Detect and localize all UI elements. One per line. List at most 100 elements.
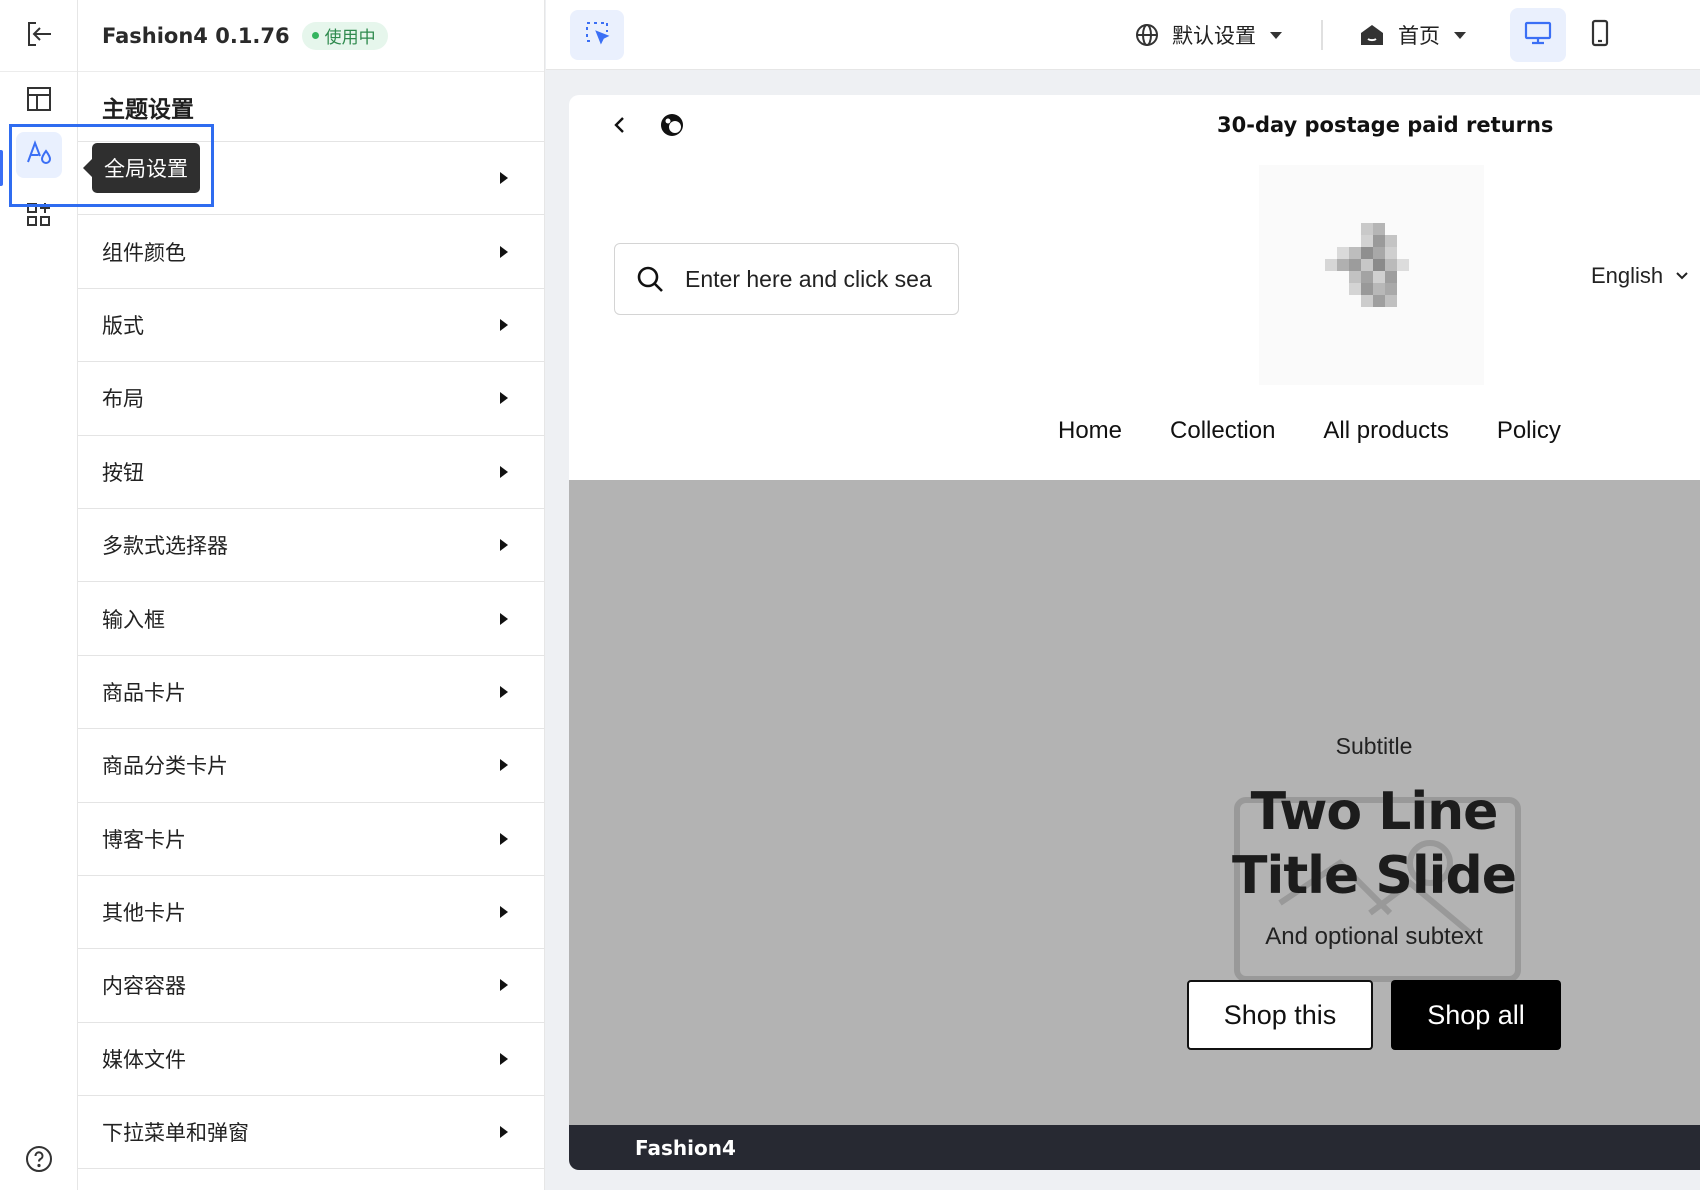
settings-menu-item[interactable]: 布局: [78, 362, 544, 436]
chevron-down-icon: [1270, 31, 1282, 39]
settings-menu-item[interactable]: 内容容器: [78, 949, 544, 1023]
caret-right-icon: [500, 1052, 508, 1065]
nav-item-policy[interactable]: Policy: [1497, 417, 1561, 445]
caret-right-icon: [500, 759, 508, 772]
settings-menu-item[interactable]: 版式: [78, 289, 544, 363]
settings-menu-item[interactable]: 输入框: [78, 582, 544, 656]
caret-right-icon: [500, 539, 508, 552]
caret-right-icon: [500, 465, 508, 478]
chevron-left-icon[interactable]: [611, 113, 629, 141]
settings-menu-item[interactable]: 商品分类卡片: [78, 729, 544, 803]
hero-title: Two Line Title Slide: [1169, 780, 1579, 908]
settings-menu: Logo组件颜色版式布局按钮多款式选择器输入框商品卡片商品分类卡片博客卡片其他卡…: [78, 142, 544, 1170]
store-logo[interactable]: [1259, 165, 1484, 385]
settings-menu-item-label: 布局: [102, 387, 144, 412]
status-badge-label: 使用中: [324, 28, 376, 48]
caret-right-icon: [500, 172, 508, 185]
help-button[interactable]: [16, 1138, 62, 1184]
caret-right-icon: [500, 1126, 508, 1139]
settings-menu-item-label: 版式: [102, 313, 144, 338]
announcement-text: 30-day postage paid returns: [1217, 113, 1554, 137]
tooltip-global-settings: 全局设置: [83, 143, 200, 193]
settings-menu-item[interactable]: 其他卡片: [78, 876, 544, 950]
pixelated-logo-icon: [1325, 223, 1409, 307]
caret-right-icon: [500, 832, 508, 845]
globe-icon: [1134, 22, 1160, 48]
caret-right-icon: [500, 318, 508, 331]
chevron-down-icon: [1454, 31, 1466, 39]
language-dropdown[interactable]: 默认设置: [1134, 0, 1282, 70]
brand-mark-icon: [659, 112, 685, 142]
settings-menu-item[interactable]: 多款式选择器: [78, 509, 544, 583]
active-indicator: [0, 150, 3, 186]
search-icon: [635, 264, 665, 294]
settings-menu-item[interactable]: 组件颜色: [78, 215, 544, 289]
settings-menu-item-label: 商品卡片: [102, 680, 186, 705]
settings-menu-item-label: 组件颜色: [102, 240, 186, 265]
icon-rail: [0, 0, 78, 1190]
panel-header: Fashion4 0.1.76 使用中: [78, 0, 544, 72]
nav-item-collection[interactable]: Collection: [1170, 417, 1275, 445]
help-icon: [24, 1144, 54, 1178]
settings-menu-item[interactable]: 商品卡片: [78, 656, 544, 730]
select-tool-button[interactable]: [570, 10, 624, 60]
home-icon: [1358, 21, 1386, 49]
chevron-down-icon: [1675, 271, 1689, 281]
language-label: English: [1591, 263, 1664, 288]
page-dropdown[interactable]: 首页: [1358, 0, 1466, 70]
settings-menu-item-label: 博客卡片: [102, 827, 186, 852]
settings-menu-item-label: 按钮: [102, 460, 144, 485]
hero-slide[interactable]: Subtitle Two Line Title Slide And option…: [569, 480, 1700, 1125]
settings-menu-item[interactable]: 下拉菜单和弹窗: [78, 1096, 544, 1170]
settings-menu-item-label: 输入框: [102, 607, 165, 632]
caret-right-icon: [500, 392, 508, 405]
preview-footer: Fashion4: [569, 1125, 1700, 1170]
exit-icon[interactable]: [24, 19, 54, 53]
language-dropdown-label: 默认设置: [1172, 24, 1256, 48]
announcement-bar: 30-day postage paid returns: [569, 95, 1700, 155]
shop-this-button[interactable]: Shop this: [1187, 980, 1373, 1050]
caret-right-icon: [500, 612, 508, 625]
settings-menu-item-label: 媒体文件: [102, 1047, 186, 1072]
select-tool-icon: [583, 19, 611, 51]
add-component-icon: [24, 200, 54, 234]
settings-menu-item[interactable]: 媒体文件: [78, 1023, 544, 1097]
settings-menu-item[interactable]: 按钮: [78, 436, 544, 509]
top-toolbar: 默认设置 首页: [546, 0, 1700, 70]
store-nav: Home Collection All products Policy: [1058, 417, 1609, 445]
layout-button[interactable]: [16, 78, 62, 124]
hero-title-line: Title Slide: [1232, 846, 1517, 906]
nav-item-home[interactable]: Home: [1058, 417, 1122, 445]
theme-style-icon: [24, 138, 54, 172]
status-dot-icon: [311, 32, 319, 39]
hero-subtitle: Subtitle: [1335, 733, 1413, 759]
layout-icon: [24, 84, 54, 118]
shop-all-button[interactable]: Shop all: [1391, 980, 1561, 1050]
mobile-view-button[interactable]: [1572, 8, 1628, 62]
caret-right-icon: [500, 245, 508, 258]
rail-header: [0, 0, 77, 72]
settings-menu-item-label: 商品分类卡片: [102, 754, 228, 779]
hero-title-line: Two Line: [1250, 782, 1499, 842]
app-name: Fashion4 0.1.76: [102, 23, 290, 48]
hero-subtext: And optional subtext: [1265, 923, 1483, 950]
status-badge: 使用中: [301, 21, 388, 50]
section-title: 主题设置: [78, 72, 544, 142]
settings-menu-item-label: 其他卡片: [102, 901, 186, 926]
settings-menu-item-label: 下拉菜单和弹窗: [102, 1121, 249, 1146]
theme-settings-button[interactable]: [16, 132, 62, 178]
caret-right-icon: [500, 685, 508, 698]
add-component-button[interactable]: [16, 194, 62, 240]
mobile-icon: [1585, 18, 1615, 52]
footer-brand: Fashion4: [635, 1135, 736, 1160]
page-dropdown-label: 首页: [1398, 24, 1440, 48]
caret-right-icon: [500, 906, 508, 919]
language-selector[interactable]: English: [1591, 263, 1689, 289]
nav-item-all-products[interactable]: All products: [1323, 417, 1448, 445]
search-input[interactable]: Enter here and click sea: [614, 243, 959, 315]
settings-menu-item[interactable]: 博客卡片: [78, 803, 544, 876]
toolbar-divider: [1321, 20, 1323, 50]
desktop-view-button[interactable]: [1510, 8, 1566, 62]
search-placeholder: Enter here and click sea: [685, 265, 932, 292]
settings-menu-item-label: 多款式选择器: [102, 534, 228, 559]
